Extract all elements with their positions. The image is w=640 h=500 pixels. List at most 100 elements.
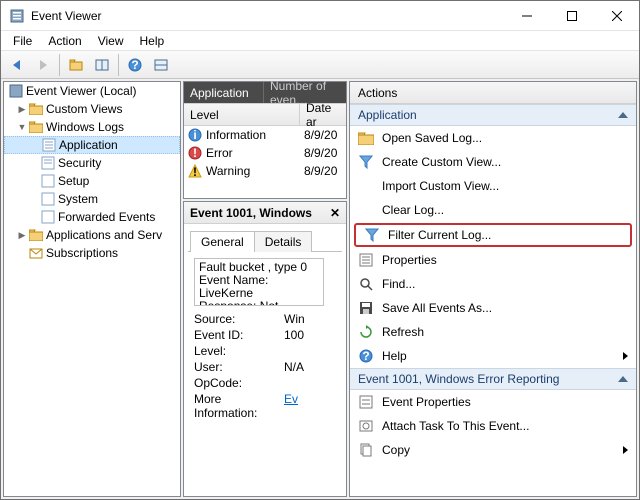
cell-level: Warning (206, 164, 250, 178)
error-icon: ! (188, 146, 202, 160)
svg-text:!: ! (193, 165, 197, 178)
action-label: Filter Current Log... (388, 228, 491, 242)
find-icon (358, 277, 374, 291)
cell-level: Information (206, 128, 266, 142)
tab-general[interactable]: General (190, 231, 255, 252)
back-button[interactable] (5, 53, 29, 77)
event-row[interactable]: !Error 8/9/20 (184, 144, 346, 162)
action-event-properties[interactable]: Event Properties (350, 390, 636, 414)
field-opcode: OpCode: (194, 376, 340, 390)
menu-help[interactable]: Help (132, 32, 173, 50)
tree-item-apps-services[interactable]: ▶ Applications and Serv (4, 226, 180, 244)
svg-text:?: ? (362, 349, 369, 363)
svg-text:!: ! (193, 146, 197, 160)
action-open-saved-log[interactable]: Open Saved Log... (350, 126, 636, 150)
more-info-link[interactable]: Ev (284, 392, 298, 420)
log-icon (40, 210, 56, 224)
action-label: Attach Task To This Event... (382, 419, 529, 433)
actions-title: Actions (350, 82, 636, 104)
tree-item-custom-views[interactable]: ▶ Custom Views (4, 100, 180, 118)
log-icon (40, 156, 56, 170)
help-button[interactable]: ? (123, 53, 147, 77)
main-area: Event Viewer (Local) ▶ Custom Views ▼ Wi… (1, 79, 639, 499)
action-filter-current-log[interactable]: Filter Current Log... (354, 223, 632, 247)
action-label: Help (382, 349, 407, 363)
actions-pane: Actions Application Open Saved Log... Cr… (349, 81, 637, 497)
menu-file[interactable]: File (5, 32, 40, 50)
maximize-button[interactable] (549, 1, 594, 30)
svg-text:?: ? (131, 58, 138, 72)
event-row[interactable]: !Warning 8/9/20 (184, 162, 346, 180)
action-copy[interactable]: Copy (350, 438, 636, 462)
warning-icon: ! (188, 164, 202, 178)
action-clear-log[interactable]: Clear Log... (350, 198, 636, 222)
detail-header: Event 1001, Windows ✕ (184, 202, 346, 224)
field-user: User:N/A (194, 360, 340, 374)
refresh-icon (358, 325, 374, 339)
event-row[interactable]: iInformation 8/9/20 (184, 126, 346, 144)
collapse-icon (618, 112, 628, 118)
close-button[interactable] (594, 1, 639, 30)
tree-root[interactable]: Event Viewer (Local) (4, 82, 180, 100)
expander-icon[interactable]: ▶ (16, 104, 28, 115)
svg-text:i: i (193, 128, 196, 142)
menu-action[interactable]: Action (40, 32, 89, 50)
action-label: Event Properties (382, 395, 471, 409)
tree-label: System (58, 192, 98, 206)
tree-item-security[interactable]: Security (4, 154, 180, 172)
action-help[interactable]: ? Help (350, 344, 636, 368)
field-eventid: Event ID:100 (194, 328, 340, 342)
actions-section-application[interactable]: Application (350, 104, 636, 126)
expander-icon[interactable]: ▼ (16, 122, 28, 132)
detail-body: Fault bucket , type 0 Event Name: LiveKe… (188, 251, 342, 424)
col-date[interactable]: Date ar (300, 104, 346, 125)
col-level[interactable]: Level (184, 104, 300, 125)
app-icon (9, 8, 25, 24)
expander-icon[interactable]: ▶ (16, 230, 28, 241)
nav-tree[interactable]: Event Viewer (Local) ▶ Custom Views ▼ Wi… (3, 81, 181, 497)
action-refresh[interactable]: Refresh (350, 320, 636, 344)
action-label: Clear Log... (382, 203, 444, 217)
field-moreinfo: More Information:Ev (194, 392, 340, 420)
action-label: Open Saved Log... (382, 131, 482, 145)
field-key: Event ID: (194, 328, 284, 342)
action-save-all[interactable]: Save All Events As... (350, 296, 636, 320)
panes-button[interactable] (90, 53, 114, 77)
close-icon[interactable]: ✕ (330, 206, 340, 220)
actions-section-event[interactable]: Event 1001, Windows Error Reporting (350, 368, 636, 390)
action-properties[interactable]: Properties (350, 248, 636, 272)
grid-columns: Level Date ar (184, 104, 346, 126)
tree-label: Applications and Serv (46, 228, 162, 242)
menu-view[interactable]: View (90, 32, 132, 50)
field-val: Win (284, 312, 305, 326)
panes2-button[interactable] (149, 53, 173, 77)
tree-item-system[interactable]: System (4, 190, 180, 208)
event-detail: Event 1001, Windows ✕ General Details Fa… (183, 201, 347, 497)
field-source: Source:Win (194, 312, 340, 326)
tree-item-subscriptions[interactable]: Subscriptions (4, 244, 180, 262)
field-level: Level: (194, 344, 340, 358)
tree-item-setup[interactable]: Setup (4, 172, 180, 190)
action-label: Import Custom View... (382, 179, 499, 193)
action-find[interactable]: Find... (350, 272, 636, 296)
funnel-icon (364, 228, 380, 242)
events-grid: Application Number of even… Level Date a… (183, 81, 347, 199)
tree-root-label: Event Viewer (Local) (26, 84, 137, 98)
action-import-custom-view[interactable]: Import Custom View... (350, 174, 636, 198)
minimize-button[interactable] (504, 1, 549, 30)
up-button[interactable] (64, 53, 88, 77)
field-key: OpCode: (194, 376, 284, 390)
events-list[interactable]: iInformation 8/9/20 !Error 8/9/20 !Warni… (184, 126, 346, 180)
action-attach-task[interactable]: Attach Task To This Event... (350, 414, 636, 438)
event-viewer-icon (8, 84, 24, 98)
tab-details[interactable]: Details (255, 231, 313, 252)
tree-item-windows-logs[interactable]: ▼ Windows Logs (4, 118, 180, 136)
tree-label: Custom Views (46, 102, 122, 116)
tree-item-forwarded[interactable]: Forwarded Events (4, 208, 180, 226)
submenu-icon (623, 352, 628, 360)
tree-item-application[interactable]: Application (4, 136, 180, 154)
detail-message[interactable]: Fault bucket , type 0 Event Name: LiveKe… (194, 258, 324, 306)
forward-button[interactable] (31, 53, 55, 77)
field-key: Source: (194, 312, 284, 326)
action-create-custom-view[interactable]: Create Custom View... (350, 150, 636, 174)
